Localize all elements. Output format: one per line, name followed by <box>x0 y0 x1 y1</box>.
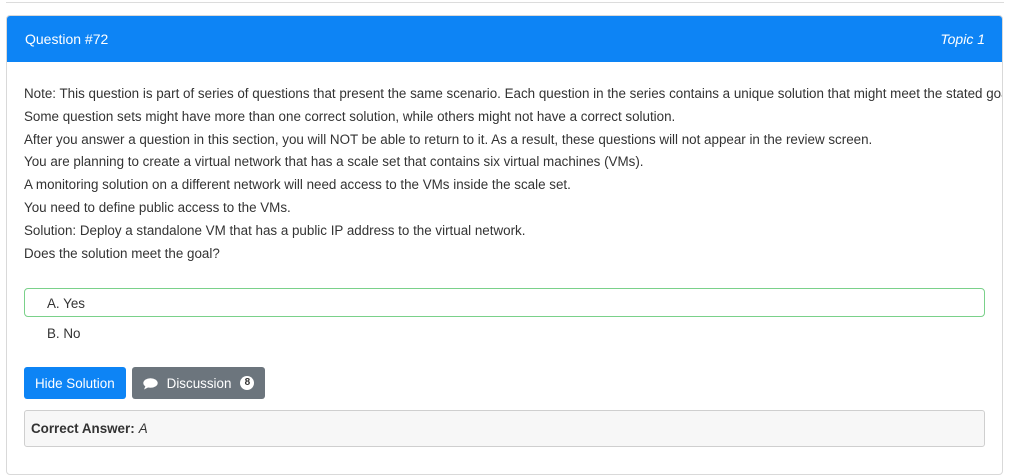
previous-card-edge <box>6 0 1004 3</box>
question-line: You need to define public access to the … <box>24 199 291 215</box>
discussion-button[interactable]: Discussion 8 <box>131 367 266 400</box>
question-line: Note: This question is part of series of… <box>24 86 1003 101</box>
question-line: After you answer a question in this sect… <box>24 131 873 147</box>
question-number: Question #72 <box>25 31 109 47</box>
question-line: A monitoring solution on a different net… <box>24 177 571 193</box>
speech-bubble-icon <box>142 378 158 390</box>
question-card: Question #72 Topic 1 Note: This question… <box>6 15 1003 475</box>
hide-solution-button[interactable]: Hide Solution <box>24 367 126 400</box>
correct-answer-box: Correct Answer: A <box>24 410 985 448</box>
choice-a[interactable]: A. Yes <box>24 288 985 318</box>
card-header: Question #72 Topic 1 <box>7 16 1002 62</box>
question-line: Some question sets might have more than … <box>24 108 676 124</box>
question-line: You are planning to create a virtual net… <box>24 154 644 170</box>
hide-solution-label: Hide Solution <box>35 375 115 391</box>
topic-label: Topic 1 <box>940 31 985 47</box>
discussion-label: Discussion <box>166 375 232 391</box>
card-body: Note: This question is part of series of… <box>7 62 1003 448</box>
choice-b[interactable]: B. No <box>24 318 985 347</box>
question-line: Does the solution meet the goal? <box>24 245 220 261</box>
correct-answer-value: A <box>138 421 148 437</box>
correct-answer-label: Correct Answer: <box>31 421 135 437</box>
action-buttons: Hide Solution Discussion 8 <box>24 367 985 400</box>
choice-list: A. Yes B. No <box>24 288 985 347</box>
discussion-count-badge: 8 <box>240 376 255 391</box>
question-line: Solution: Deploy a standalone VM that ha… <box>24 222 526 238</box>
question-text: Note: This question is part of series of… <box>24 83 1003 265</box>
